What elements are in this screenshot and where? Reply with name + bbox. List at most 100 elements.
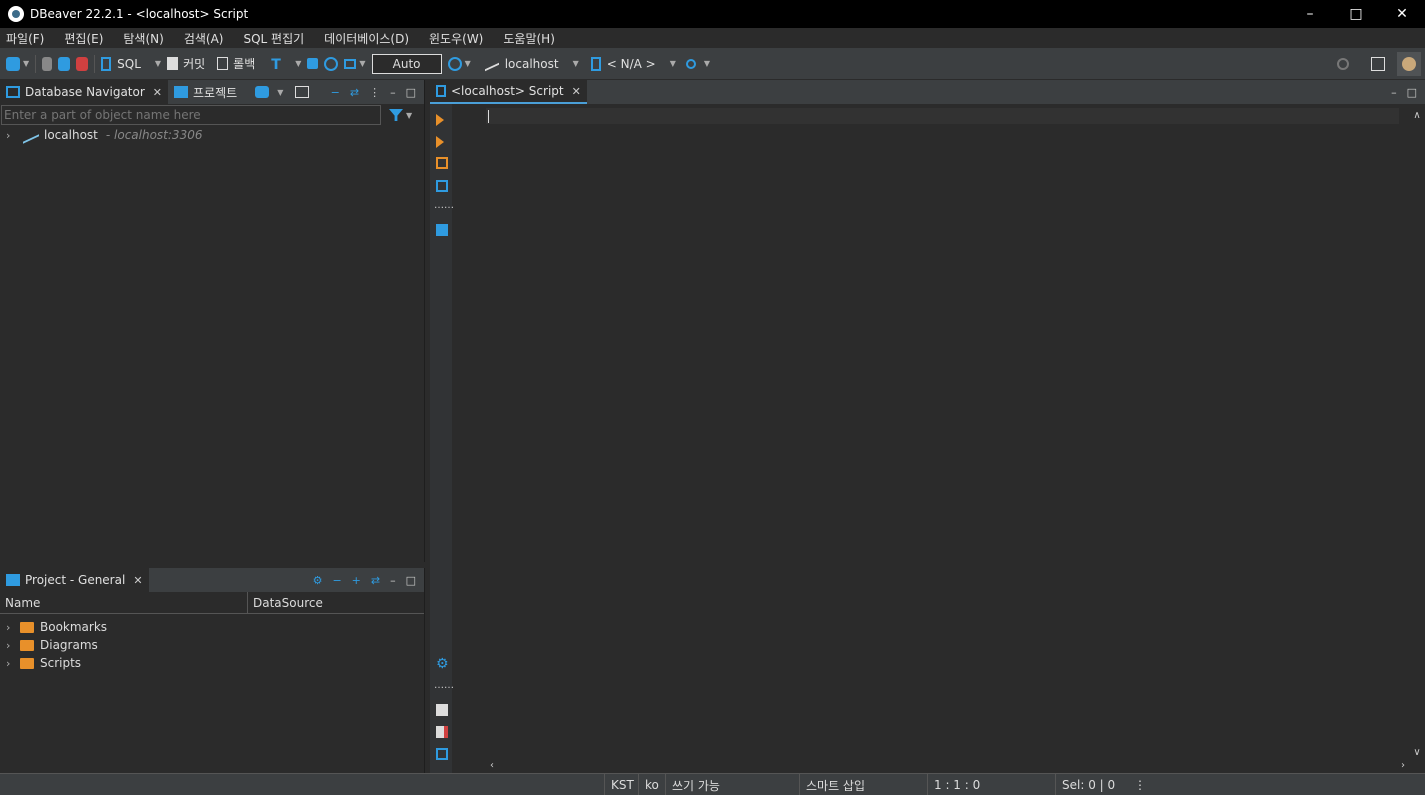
- status-writable: 쓰기 가능: [665, 774, 720, 795]
- menu-navigate[interactable]: 탐색(N): [117, 30, 173, 47]
- close-button[interactable]: ✕: [1379, 0, 1425, 28]
- execute-script-icon[interactable]: [436, 157, 448, 169]
- menu-window[interactable]: 윈도우(W): [423, 30, 493, 47]
- tab-projects[interactable]: 프로젝트: [168, 80, 243, 104]
- navigator-tab-row: Database Navigator ✕ 프로젝트 ▼ − ⇄ ⋮ – □: [0, 80, 424, 104]
- dbeaver-logo-icon: [8, 6, 24, 22]
- active-datasource-selector[interactable]: localhost ▼: [484, 52, 579, 76]
- menu-file[interactable]: 파일(F): [0, 30, 54, 47]
- terminal-icon[interactable]: [436, 224, 448, 236]
- menu-database[interactable]: 데이터베이스(D): [318, 30, 419, 47]
- tab-database-navigator[interactable]: Database Navigator ✕: [0, 80, 169, 104]
- execute-statement-icon[interactable]: [436, 114, 444, 126]
- chevron-right-icon[interactable]: ›: [6, 639, 18, 652]
- lock-button[interactable]: [307, 52, 319, 76]
- execute-statement-new-tab-icon[interactable]: [436, 136, 444, 148]
- rollback-button[interactable]: 롤백: [217, 52, 255, 76]
- link-with-editor-icon[interactable]: ⇄: [371, 574, 380, 587]
- more-actions-icon[interactable]: ……: [434, 200, 454, 212]
- commit-label: 커밋: [183, 57, 206, 71]
- active-schema-selector[interactable]: < N/A > ▼: [590, 52, 676, 76]
- explain-plan-icon[interactable]: [436, 180, 448, 192]
- tab-project-general[interactable]: Project - General ✕: [0, 568, 149, 592]
- new-connection-button[interactable]: ▼: [6, 52, 29, 76]
- menu-help[interactable]: 도움말(H): [497, 30, 565, 47]
- sql-code-editor[interactable]: [486, 108, 1399, 124]
- minimize-icon[interactable]: –: [390, 574, 396, 587]
- export-file-icon[interactable]: [436, 704, 448, 716]
- tab-localhost-script-label: <localhost> Script: [451, 84, 564, 98]
- view-menu-icon[interactable]: ⋮: [369, 86, 380, 99]
- close-icon[interactable]: ✕: [133, 574, 142, 587]
- maximize-icon[interactable]: □: [406, 574, 416, 587]
- editor-panel-controls: – □: [1391, 80, 1417, 104]
- history-button[interactable]: ▼: [447, 52, 471, 76]
- chevron-right-icon[interactable]: ›: [6, 657, 18, 670]
- transaction-log-button[interactable]: T ▼: [271, 52, 301, 76]
- horizontal-scrollbar[interactable]: ‹ ›: [486, 757, 1409, 773]
- project-item-diagrams[interactable]: › Diagrams: [0, 636, 424, 654]
- column-header-datasource[interactable]: DataSource: [248, 592, 323, 614]
- minimize-icon[interactable]: –: [1391, 86, 1397, 99]
- link-with-editor-icon[interactable]: ⇄: [350, 86, 359, 99]
- tab-project-general-label: Project - General: [25, 573, 126, 587]
- tab-localhost-script[interactable]: <localhost> Script ✕: [430, 80, 587, 104]
- find-button[interactable]: ▼: [685, 52, 710, 76]
- sql-button-label: SQL: [117, 56, 141, 71]
- disconnect-button[interactable]: [76, 52, 89, 76]
- lock-icon: [307, 58, 319, 69]
- scroll-up-icon[interactable]: ∧: [1409, 110, 1425, 121]
- chevron-down-icon: ▼: [23, 59, 30, 68]
- new-folder-button[interactable]: [289, 80, 320, 104]
- delete-file-icon[interactable]: [436, 726, 448, 738]
- collapse-all-icon[interactable]: −: [332, 574, 341, 587]
- global-search-button[interactable]: [1337, 52, 1349, 76]
- status-cursor-position: 1 : 1 : 0: [927, 774, 980, 795]
- more-actions-icon[interactable]: ……: [434, 680, 454, 692]
- scroll-left-icon[interactable]: ‹: [490, 760, 494, 771]
- chevron-right-icon[interactable]: ›: [6, 129, 18, 142]
- collapse-all-icon[interactable]: −: [331, 86, 340, 99]
- close-icon[interactable]: ✕: [153, 86, 162, 99]
- chevron-down-icon: ▼: [572, 59, 579, 68]
- project-item-bookmarks[interactable]: › Bookmarks: [0, 618, 424, 636]
- menu-edit[interactable]: 편집(E): [58, 30, 113, 47]
- menu-sql-editor[interactable]: SQL 편집기: [237, 30, 314, 47]
- chevron-down-icon[interactable]: ▼: [406, 111, 412, 120]
- reconnect-button[interactable]: [58, 52, 71, 76]
- maximize-icon[interactable]: □: [1407, 86, 1417, 99]
- transaction-mode-field[interactable]: Auto: [371, 53, 442, 74]
- column-header-name[interactable]: Name: [0, 591, 248, 614]
- scroll-down-icon[interactable]: ∨: [1409, 747, 1425, 758]
- maximize-button[interactable]: □: [1333, 0, 1379, 28]
- chevron-right-icon[interactable]: ›: [6, 621, 18, 634]
- object-filter-input[interactable]: [1, 105, 381, 125]
- minimize-button[interactable]: –: [1287, 0, 1333, 28]
- maximize-icon[interactable]: □: [406, 86, 416, 99]
- connection-node[interactable]: › localhost - localhost:3306: [0, 126, 424, 144]
- plug-plus-icon: [255, 86, 270, 98]
- settings-icon[interactable]: ⚙: [436, 656, 449, 672]
- connect-button[interactable]: [42, 52, 53, 76]
- status-menu-icon[interactable]: ⋮: [1128, 774, 1146, 795]
- chevron-down-icon: ▼: [295, 59, 302, 68]
- transaction-mode-button[interactable]: ▼: [344, 52, 366, 76]
- import-file-icon[interactable]: [436, 748, 448, 760]
- scroll-right-icon[interactable]: ›: [1401, 760, 1405, 771]
- filter-icon[interactable]: [389, 109, 403, 121]
- sql-editor-button[interactable]: SQL ▼: [101, 52, 161, 76]
- dashboard-button[interactable]: [324, 52, 339, 76]
- vertical-scrollbar[interactable]: ∧ ∨: [1409, 110, 1425, 758]
- project-icon: [174, 86, 189, 98]
- menu-search[interactable]: 검색(A): [178, 30, 234, 47]
- dbeaver-perspective-button[interactable]: [1397, 51, 1421, 76]
- transaction-mode-icon: [344, 58, 357, 69]
- expand-all-icon[interactable]: +: [352, 574, 361, 587]
- configure-icon[interactable]: ⚙: [313, 574, 323, 587]
- project-item-scripts[interactable]: › Scripts: [0, 654, 424, 672]
- navigator-new-connection-button[interactable]: ▼: [249, 80, 289, 104]
- perspective-open-button[interactable]: [1371, 52, 1385, 76]
- commit-button[interactable]: 커밋: [167, 52, 205, 76]
- close-icon[interactable]: ✕: [572, 85, 581, 98]
- minimize-icon[interactable]: –: [390, 86, 396, 99]
